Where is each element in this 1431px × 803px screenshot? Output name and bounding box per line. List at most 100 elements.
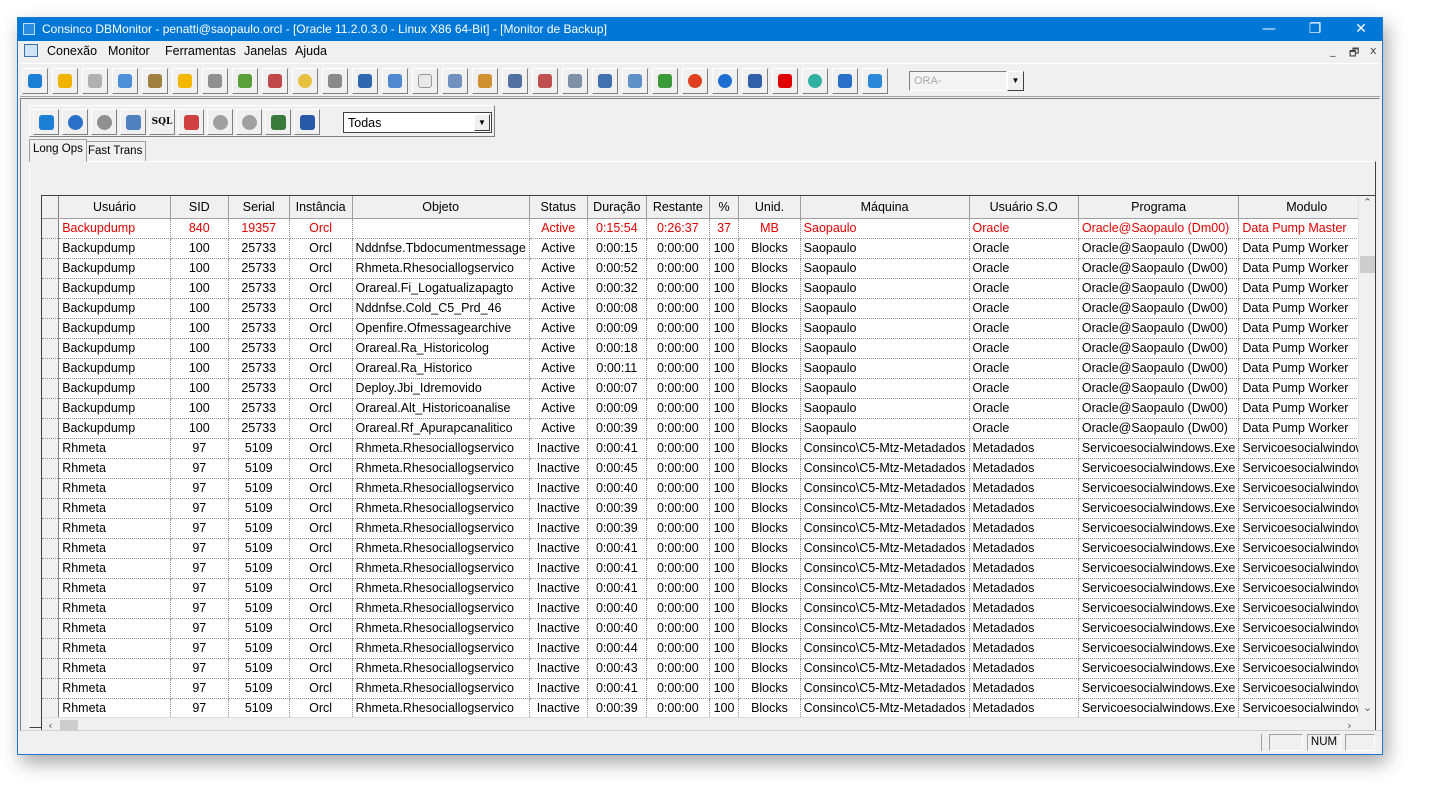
calendar-button[interactable]: [532, 68, 558, 94]
key-gray-button[interactable]: [82, 68, 108, 94]
column-header[interactable]: Serial: [228, 196, 290, 219]
chart-button[interactable]: [652, 68, 678, 94]
table-row[interactable]: Backupdump 100 25733 Orcl Deploy.Jbi_Idremov…: [42, 378, 1375, 399]
database-button[interactable]: [322, 68, 348, 94]
chevron-down-icon[interactable]: ▼: [474, 114, 490, 131]
row-indicator[interactable]: [42, 558, 60, 579]
monitor-button[interactable]: [592, 68, 618, 94]
documents-button[interactable]: [382, 68, 408, 94]
favorites-button[interactable]: [172, 68, 198, 94]
disconnect-button[interactable]: [22, 68, 48, 94]
export-button[interactable]: [120, 109, 146, 135]
row-indicator[interactable]: [42, 478, 60, 499]
row-indicator[interactable]: [42, 578, 60, 599]
table-row[interactable]: Rhmeta 97 5109 Orcl Rhmeta.Rhesociallogservi…: [42, 578, 1375, 599]
column-header[interactable]: Objeto: [352, 196, 530, 219]
table-row[interactable]: Backupdump 100 25733 Orcl Orareal.Ra_Histori…: [42, 338, 1375, 359]
alarm-button[interactable]: [682, 68, 708, 94]
close-monitor-button[interactable]: [33, 109, 59, 135]
zoom-out-button[interactable]: [236, 109, 262, 135]
row-indicator[interactable]: [42, 458, 60, 479]
minimize-button[interactable]: —: [1246, 18, 1292, 41]
table-row[interactable]: Rhmeta 97 5109 Orcl Rhmeta.Rhesociallogservi…: [42, 518, 1375, 539]
table-row[interactable]: Backupdump 840 19357 Orcl Active 0:15:54 0:26:…: [42, 218, 1375, 239]
report-button[interactable]: [442, 68, 468, 94]
row-indicator[interactable]: [42, 318, 60, 339]
row-indicator[interactable]: [42, 538, 60, 559]
menu-janelas[interactable]: Janelas: [244, 44, 287, 58]
mdi-restore-button[interactable]: 🗗: [1349, 44, 1359, 63]
row-indicator[interactable]: [42, 258, 60, 279]
scroll-up-icon[interactable]: ⌃: [1359, 196, 1375, 213]
sessions-button[interactable]: [352, 68, 378, 94]
column-header[interactable]: Usuário: [58, 196, 171, 219]
row-indicator[interactable]: [42, 618, 60, 639]
row-indicator[interactable]: [42, 658, 60, 679]
table-row[interactable]: Rhmeta 97 5109 Orcl Rhmeta.Rhesociallogservi…: [42, 698, 1375, 719]
column-header[interactable]: SID: [170, 196, 229, 219]
table-row[interactable]: Backupdump 100 25733 Orcl Orareal.Rf_Apurapc…: [42, 418, 1375, 439]
row-indicator[interactable]: [42, 678, 60, 699]
lock-button[interactable]: [142, 68, 168, 94]
table-row[interactable]: Rhmeta 97 5109 Orcl Rhmeta.Rhesociallogservi…: [42, 498, 1375, 519]
back-button[interactable]: [832, 68, 858, 94]
key-button[interactable]: [52, 68, 78, 94]
refresh-button[interactable]: [62, 109, 88, 135]
row-indicator[interactable]: [42, 398, 60, 419]
row-indicator[interactable]: [42, 378, 60, 399]
table-row[interactable]: Rhmeta 97 5109 Orcl Rhmeta.Rhesociallogservi…: [42, 658, 1375, 679]
close-button[interactable]: ✕: [1338, 18, 1384, 41]
restore-button[interactable]: ❐: [1292, 18, 1338, 41]
mdi-minimize-button[interactable]: _: [1330, 44, 1336, 57]
menu-ferramentas[interactable]: Ferramentas: [165, 44, 236, 58]
column-header[interactable]: %: [709, 196, 740, 219]
tab-fast-trans[interactable]: Fast Trans: [84, 141, 147, 161]
oracle-button[interactable]: [772, 68, 798, 94]
table-row[interactable]: Backupdump 100 25733 Orcl Orareal.Ra_Histori…: [42, 358, 1375, 379]
objects-button[interactable]: [232, 68, 258, 94]
edit-report-button[interactable]: [472, 68, 498, 94]
column-header[interactable]: Status: [529, 196, 588, 219]
table-row[interactable]: Backupdump 100 25733 Orcl Orareal.Alt_Histor…: [42, 398, 1375, 419]
mdi-child-icon[interactable]: [24, 44, 38, 57]
sql-button[interactable]: SQL: [149, 109, 175, 135]
column-header[interactable]: Usuário S.O: [969, 196, 1079, 219]
table-row[interactable]: Rhmeta 97 5109 Orcl Rhmeta.Rhesociallogservi…: [42, 538, 1375, 559]
row-indicator[interactable]: [42, 438, 60, 459]
tab-long-ops[interactable]: Long Ops: [29, 139, 87, 162]
row-indicator[interactable]: [42, 338, 60, 359]
status-filter-select[interactable]: Todas ▼: [343, 112, 492, 133]
table-row[interactable]: Rhmeta 97 5109 Orcl Rhmeta.Rhesociallogservi…: [42, 678, 1375, 699]
people-button[interactable]: [622, 68, 648, 94]
title-bar[interactable]: Consinco DBMonitor - penatti@saopaulo.or…: [18, 18, 1382, 41]
table-row[interactable]: Rhmeta 97 5109 Orcl Rhmeta.Rhesociallogservi…: [42, 478, 1375, 499]
burst-button[interactable]: [802, 68, 828, 94]
vertical-scroll-thumb[interactable]: [1360, 256, 1375, 273]
row-indicator[interactable]: [42, 298, 60, 319]
row-indicator[interactable]: [42, 518, 60, 539]
row-indicator[interactable]: [42, 278, 60, 299]
kill-session-button[interactable]: [178, 109, 204, 135]
table-row[interactable]: Rhmeta 97 5109 Orcl Rhmeta.Rhesociallogservi…: [42, 638, 1375, 659]
column-header[interactable]: Unid.: [738, 196, 801, 219]
row-indicator[interactable]: [42, 498, 60, 519]
column-header[interactable]: Restante: [646, 196, 710, 219]
row-indicator[interactable]: [42, 358, 60, 379]
menu-conexao[interactable]: Conexão: [47, 44, 97, 58]
row-indicator[interactable]: [42, 598, 60, 619]
vertical-scrollbar[interactable]: ⌃ ⌄: [1358, 196, 1375, 718]
auto-refresh-button[interactable]: [91, 109, 117, 135]
clock-button[interactable]: [292, 68, 318, 94]
table-row[interactable]: Rhmeta 97 5109 Orcl Rhmeta.Rhesociallogservi…: [42, 618, 1375, 639]
new-grid-button[interactable]: [265, 109, 291, 135]
tablespace-button[interactable]: [262, 68, 288, 94]
chain-button[interactable]: [202, 68, 228, 94]
column-header[interactable]: Duração: [587, 196, 647, 219]
table-row[interactable]: Backupdump 100 25733 Orcl Nddnfse.Cold_C5_Pr…: [42, 298, 1375, 319]
table-row[interactable]: Backupdump 100 25733 Orcl Orareal.Fi_Logatua…: [42, 278, 1375, 299]
menu-monitor[interactable]: Monitor: [108, 44, 150, 58]
list-button[interactable]: [562, 68, 588, 94]
zoom-in-button[interactable]: [207, 109, 233, 135]
help-book-button[interactable]: [862, 68, 888, 94]
calculator-button[interactable]: [502, 68, 528, 94]
